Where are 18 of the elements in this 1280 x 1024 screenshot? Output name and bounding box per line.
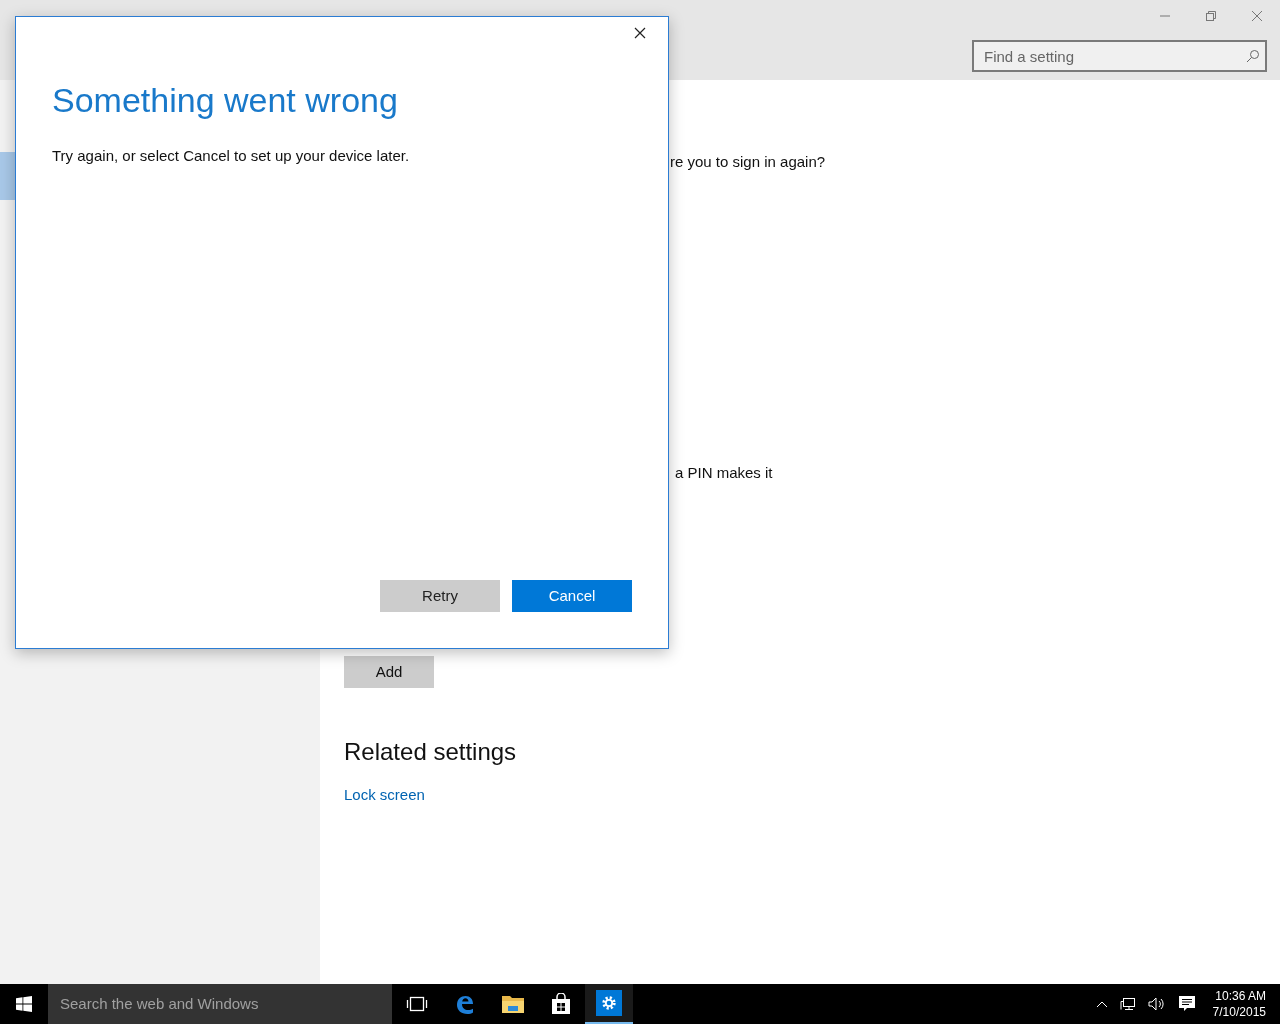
taskbar-search-box[interactable]: Search the web and Windows xyxy=(48,984,392,1024)
setting-description: re you to sign in again? xyxy=(670,152,826,172)
add-button[interactable]: Add xyxy=(344,656,434,688)
retry-button[interactable]: Retry xyxy=(380,580,500,612)
network-icon[interactable] xyxy=(1118,995,1137,1013)
search-icon xyxy=(1246,49,1260,63)
setting-description: a PIN makes it xyxy=(675,462,773,483)
message-icon[interactable] xyxy=(1176,994,1197,1014)
speaker-icon[interactable] xyxy=(1146,995,1167,1013)
section-heading: Related settings xyxy=(344,737,517,767)
cancel-button[interactable]: Cancel xyxy=(512,580,632,612)
clock-time[interactable]: 10:36 AM xyxy=(1215,988,1266,1004)
clock-date[interactable]: 7/10/2015 xyxy=(1212,1004,1266,1020)
dialog-title: Something went wrong xyxy=(52,83,398,117)
dialog-message: Try again, or select Cancel to set up your device later. xyxy=(52,146,410,166)
search-field[interactable]: Find a setting xyxy=(972,40,1267,72)
lock-screen-link[interactable]: Lock screen xyxy=(344,784,425,807)
gear-icon[interactable] xyxy=(585,984,633,1024)
